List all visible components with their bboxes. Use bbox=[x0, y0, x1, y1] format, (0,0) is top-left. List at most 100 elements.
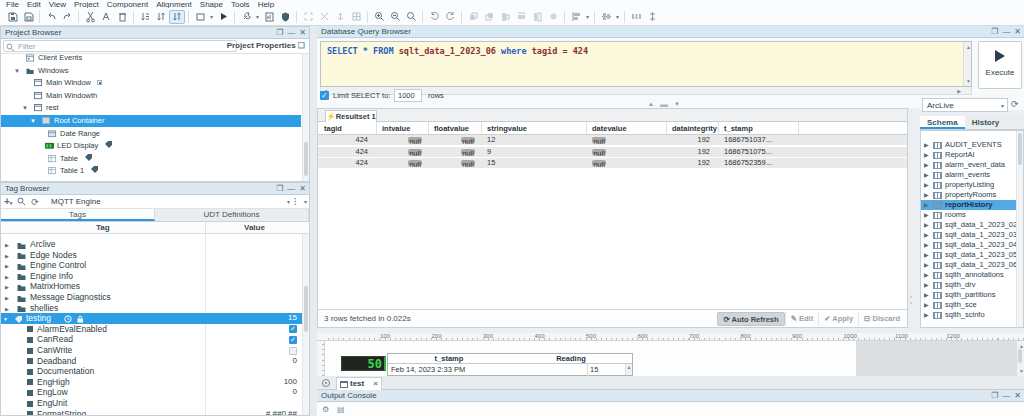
minimize-icon[interactable]: — bbox=[1002, 27, 1010, 37]
play-icon[interactable] bbox=[215, 10, 231, 24]
execute-button[interactable]: Execute bbox=[978, 41, 1022, 89]
project-tree-item-led-display[interactable]: LED Display bbox=[1, 140, 301, 152]
checkbox-unchecked[interactable] bbox=[289, 347, 297, 355]
collapse-controls[interactable]: ▲▬▼ bbox=[648, 100, 694, 108]
tag-row-deadband[interactable]: Deadband0 bbox=[1, 356, 309, 367]
tab-udt-definitions[interactable]: UDT Definitions bbox=[155, 209, 309, 221]
project-tree-item-main-window[interactable]: Main Window bbox=[1, 77, 301, 89]
schema-table-sqlt_data_1_2023_03[interactable]: ▶sqlt_data_1_2023_03 bbox=[921, 230, 1022, 240]
minimize-icon[interactable]: — bbox=[1002, 391, 1010, 401]
float-icon[interactable]: ❐ bbox=[991, 27, 998, 37]
tag-provider-select[interactable]: MQTT Engine bbox=[47, 196, 293, 208]
tag-tree-scrollbar[interactable] bbox=[302, 234, 309, 415]
console-clear-icon[interactable]: ▤ bbox=[337, 405, 345, 414]
anchor-icon[interactable] bbox=[332, 10, 348, 24]
align-left-icon[interactable] bbox=[568, 10, 584, 24]
result-column-floatvalue[interactable]: floatvalue bbox=[434, 122, 469, 135]
tab-history[interactable]: History bbox=[965, 116, 1007, 129]
menu-alignment[interactable]: Alignment bbox=[156, 0, 192, 8]
expand-icon[interactable] bbox=[300, 10, 316, 24]
menu-edit[interactable]: Edit bbox=[27, 0, 41, 8]
menu-project[interactable]: Project bbox=[74, 0, 99, 8]
menu-file[interactable]: File bbox=[6, 0, 19, 8]
discard-button[interactable]: ⊟ Discard bbox=[858, 312, 905, 326]
tag-row-documentation[interactable]: Documentation bbox=[1, 366, 309, 377]
redo-icon[interactable] bbox=[59, 10, 75, 24]
schema-table-propertyListing[interactable]: ▶propertyListing bbox=[921, 180, 1022, 190]
schema-table-reportHistory[interactable]: ▶reportHistory bbox=[921, 200, 1022, 210]
menu-tools[interactable]: Tools bbox=[231, 0, 250, 8]
rotate-cw-icon[interactable] bbox=[442, 10, 458, 24]
minimize-icon[interactable]: — bbox=[287, 184, 295, 194]
datasource-select[interactable]: ArcLive bbox=[922, 98, 1008, 112]
layer1-icon[interactable] bbox=[465, 10, 481, 24]
sort-asc-icon[interactable] bbox=[137, 10, 153, 24]
apply-button[interactable]: ✔ Apply bbox=[818, 312, 858, 326]
tag-row-testing[interactable]: ▼testing15 bbox=[1, 313, 309, 324]
component-table-scrollbar[interactable]: ▲ bbox=[625, 364, 632, 375]
close-icon[interactable]: ✕ bbox=[299, 184, 306, 194]
tag-row-arclive[interactable]: ▶Arclive bbox=[1, 239, 309, 250]
save-all-icon[interactable] bbox=[20, 10, 36, 24]
schema-table-sqlt_data_1_2023_06[interactable]: ▶sqlt_data_1_2023_06 bbox=[921, 260, 1022, 270]
result-column-intvalue[interactable]: intvalue bbox=[382, 122, 410, 135]
schema-table-alarm_events[interactable]: ▶alarm_events bbox=[921, 170, 1022, 180]
console-settings-icon[interactable]: ⚙ bbox=[322, 405, 329, 414]
dropdown-caret[interactable]: ▾ bbox=[584, 10, 591, 24]
project-filter-input[interactable]: Filter bbox=[3, 40, 237, 52]
project-properties-button[interactable]: Project Properties ❏ bbox=[227, 40, 305, 52]
align-v-icon[interactable] bbox=[598, 10, 614, 24]
delete-icon[interactable] bbox=[114, 10, 130, 24]
tag-row-message-diagnostics[interactable]: ▶Message Diagnostics bbox=[1, 292, 309, 303]
project-tree-item-main-windowth[interactable]: Main Windowth bbox=[1, 90, 301, 102]
shield-icon[interactable] bbox=[277, 10, 293, 24]
checkbox-checked[interactable] bbox=[289, 325, 297, 333]
resultset-tab[interactable]: ⚡Resultset 1 bbox=[325, 110, 377, 122]
sort-flat-icon[interactable] bbox=[153, 10, 169, 24]
project-tree-item-client-events[interactable]: Client Events bbox=[1, 54, 301, 64]
limit-checkbox[interactable] bbox=[320, 91, 329, 100]
sql-editor-scrollbar[interactable]: ▲▼ bbox=[963, 42, 971, 86]
result-row[interactable]: 424nullnull9null1921686751075... bbox=[318, 147, 907, 157]
crosshair-icon[interactable] bbox=[322, 379, 330, 387]
dropdown-caret[interactable]: ▾ bbox=[254, 10, 261, 24]
tab-schema[interactable]: Schema bbox=[920, 116, 965, 129]
schema-table-rooms[interactable]: ▶rooms bbox=[921, 210, 1022, 220]
close-x-icon[interactable] bbox=[316, 10, 332, 24]
project-tree-item-table[interactable]: Table bbox=[1, 153, 301, 165]
tab-test[interactable]: test × bbox=[336, 377, 382, 390]
result-column-dataintegrity[interactable]: dataintegrity bbox=[672, 122, 717, 135]
project-tree-scrollbar[interactable] bbox=[302, 54, 309, 181]
refresh-icon[interactable]: ⟳ bbox=[1011, 99, 1022, 110]
schema-table-propertyRooms[interactable]: ▶propertyRooms bbox=[921, 190, 1022, 200]
schema-table-alarm_event_data[interactable]: ▶alarm_event_data bbox=[921, 160, 1022, 170]
project-tree-item-date-range[interactable]: Date Range bbox=[1, 128, 301, 140]
menu-view[interactable]: View bbox=[49, 0, 66, 8]
wrench-icon[interactable] bbox=[238, 10, 254, 24]
schema-table-sqlt_data_1_2023_04[interactable]: ▶sqlt_data_1_2023_04 bbox=[921, 240, 1022, 250]
float-icon[interactable]: ❐ bbox=[276, 184, 283, 194]
canvas-scrollbar[interactable]: ▲▼ bbox=[1016, 341, 1024, 376]
results-schema-splitter[interactable]: ‹› bbox=[908, 108, 920, 328]
close-icon[interactable]: ✕ bbox=[1014, 391, 1021, 401]
tag-row-engine-info[interactable]: ▶Engine Info bbox=[1, 271, 309, 282]
tag-row-shellies[interactable]: ▶shellies bbox=[1, 303, 309, 314]
checkbox-checked[interactable] bbox=[289, 336, 297, 344]
tag-row-canread[interactable]: CanRead bbox=[1, 334, 309, 345]
undo-icon[interactable] bbox=[43, 10, 59, 24]
close-icon[interactable]: ✕ bbox=[299, 28, 306, 38]
schema-table-sqlth_drv[interactable]: ▶sqlth_drv bbox=[921, 280, 1022, 290]
result-column-datevalue[interactable]: datevalue bbox=[592, 122, 627, 135]
limit-input[interactable]: 1000 bbox=[394, 89, 422, 102]
distribute-icon[interactable] bbox=[628, 10, 644, 24]
zoom-in-icon[interactable] bbox=[371, 10, 387, 24]
schema-table-ReportAI[interactable]: ▶ReportAI bbox=[921, 150, 1022, 160]
edit-button[interactable]: ✎ Edit bbox=[785, 312, 819, 326]
rotate-ccw-icon[interactable] bbox=[426, 10, 442, 24]
shape-rect-icon[interactable] bbox=[192, 10, 208, 24]
dropdown-caret[interactable]: ▾ bbox=[614, 10, 621, 24]
menu-help[interactable]: Help bbox=[258, 0, 274, 8]
sort-pressed-icon[interactable] bbox=[169, 10, 185, 24]
search-icon[interactable] bbox=[17, 197, 26, 206]
add-tag-button[interactable]: +▾ bbox=[4, 196, 12, 207]
